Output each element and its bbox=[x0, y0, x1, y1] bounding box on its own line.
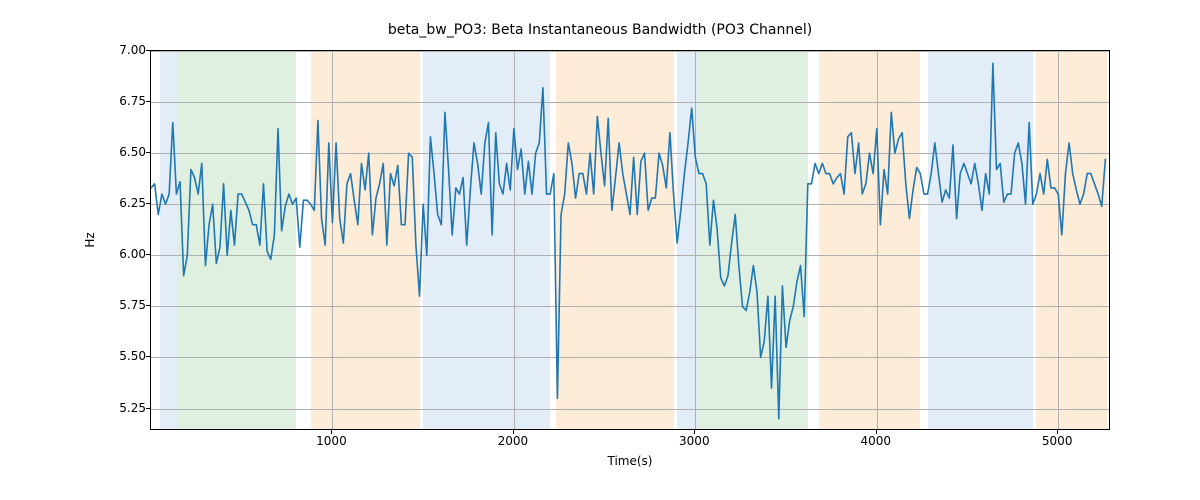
y-tick-mark bbox=[146, 203, 150, 204]
y-tick-mark bbox=[146, 101, 150, 102]
y-tick-label: 7.00 bbox=[106, 43, 146, 57]
x-axis-label: Time(s) bbox=[608, 454, 653, 468]
y-tick-mark bbox=[146, 254, 150, 255]
y-axis-label: Hz bbox=[83, 232, 97, 247]
x-tick-mark bbox=[331, 430, 332, 434]
plot-area bbox=[150, 50, 1110, 430]
y-tick-mark bbox=[146, 152, 150, 153]
y-tick-label: 6.00 bbox=[106, 247, 146, 261]
x-tick-label: 1000 bbox=[316, 434, 347, 448]
y-tick-label: 6.75 bbox=[106, 94, 146, 108]
y-tick-mark bbox=[146, 356, 150, 357]
x-tick-label: 4000 bbox=[860, 434, 891, 448]
y-tick-mark bbox=[146, 408, 150, 409]
y-tick-label: 5.25 bbox=[106, 401, 146, 415]
y-tick-label: 6.50 bbox=[106, 145, 146, 159]
y-tick-label: 5.50 bbox=[106, 349, 146, 363]
x-tick-mark bbox=[694, 430, 695, 434]
y-tick-label: 5.75 bbox=[106, 298, 146, 312]
chart-title: beta_bw_PO3: Beta Instantaneous Bandwidt… bbox=[0, 22, 1200, 38]
x-tick-mark bbox=[876, 430, 877, 434]
x-tick-mark bbox=[513, 430, 514, 434]
x-tick-label: 2000 bbox=[498, 434, 529, 448]
data-line bbox=[151, 51, 1109, 429]
y-tick-mark bbox=[146, 305, 150, 306]
x-tick-mark bbox=[1057, 430, 1058, 434]
figure: beta_bw_PO3: Beta Instantaneous Bandwidt… bbox=[0, 0, 1200, 500]
y-tick-label: 6.25 bbox=[106, 196, 146, 210]
x-tick-label: 3000 bbox=[679, 434, 710, 448]
x-tick-label: 5000 bbox=[1042, 434, 1073, 448]
y-tick-mark bbox=[146, 50, 150, 51]
